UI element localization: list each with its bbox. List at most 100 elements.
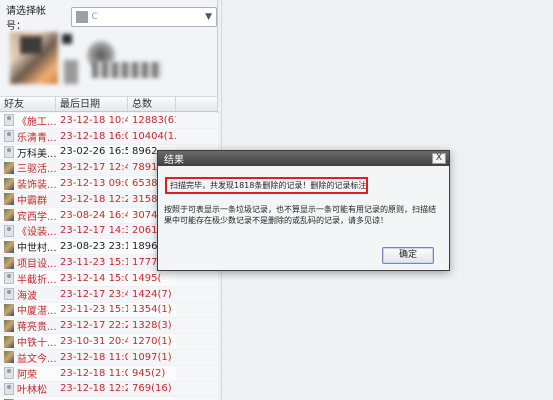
account-select[interactable]: C ▼ [70, 7, 217, 27]
ok-button[interactable]: 确定 [382, 247, 434, 264]
table-row[interactable]: 益文今... 23-12-18 11:04:03 1097(1) [0, 349, 218, 366]
row-extra [176, 365, 218, 381]
user-avatar-icon [4, 146, 14, 158]
account-avatar-icon [75, 11, 88, 23]
row-friend-name: 宾西学... [17, 211, 56, 223]
row-friend-name: 中铁十... [17, 338, 56, 350]
row-friend-name: 阿荣 [17, 369, 37, 381]
row-friend-cell: 中厦湛... [0, 302, 56, 317]
close-button[interactable]: X [432, 153, 446, 164]
row-date: 23-12-18 16:05:21 [60, 130, 128, 142]
row-friend-cell: 装饰装... [0, 176, 56, 191]
row-extra [176, 334, 218, 349]
profile-avatar-blurred [6, 30, 212, 92]
header-extra [176, 97, 218, 111]
group-avatar-icon [4, 319, 14, 332]
row-friend-cell: 乐清青... [0, 129, 56, 144]
row-date: 23-12-18 12:26:03 [60, 193, 128, 205]
row-date: 23-12-13 09:08:49 [60, 178, 128, 190]
row-friend-name: 半截折... [17, 274, 56, 286]
row-date: 23-11-23 15:17:03 [60, 304, 128, 316]
row-friend-name: 万科美... [17, 148, 56, 160]
row-date: 23-12-17 12:43:32 [60, 162, 128, 174]
row-count: 1097(1) [132, 351, 172, 363]
row-friend-name: 中厦湛... [17, 306, 56, 318]
scan-result-message: 扫描完毕，共发现1818条删除的记录！删除的记录标注为红色！ [165, 177, 368, 194]
row-date: 23-12-18 10:40:06 [60, 114, 128, 126]
user-avatar-icon [4, 114, 14, 127]
group-avatar-icon [4, 351, 14, 364]
table-row[interactable]: 《施工... 23-12-18 10:40:06 12883(61) [0, 113, 218, 129]
row-extra [176, 270, 218, 286]
row-count: 1424(7) [132, 288, 172, 300]
dialog-body: 扫描完毕，共发现1818条删除的记录！删除的记录标注为红色！ 按照于可表显示一条… [164, 177, 443, 226]
table-row[interactable]: 海波 23-12-17 23:48:39 1424(7) [0, 286, 218, 303]
row-friend-name: 《施工... [17, 116, 56, 128]
row-date: 23-08-24 16:43:52 [60, 209, 128, 221]
row-date: 23-12-18 12:26:17 [60, 383, 128, 395]
row-count: 12883(61) [132, 114, 176, 126]
row-friend-name: 三驱活... [17, 164, 56, 176]
row-date: 23-12-18 11:02:56 [60, 367, 128, 379]
account-row: 请选择帐号： C ▼ [6, 6, 217, 32]
group-avatar-icon [4, 303, 14, 316]
row-friend-name: 中世村... [17, 243, 56, 255]
table-row[interactable]: 中厦湛... 23-11-23 15:17:03 1354(1) [0, 302, 218, 319]
row-count: 769(16) [132, 383, 172, 395]
row-extra [176, 286, 218, 302]
user-avatar-icon [4, 224, 14, 237]
row-friend-cell: 蒋亮贵... [0, 318, 56, 333]
row-friend-cell: 项目设... [0, 255, 56, 270]
row-friend-cell: 万科美... [0, 145, 56, 160]
dialog-description: 按照于可表显示一条垃圾记录，也不算显示一条可能有用记录的原则，扫描结果中可能存在… [164, 205, 436, 225]
row-extra [176, 128, 218, 144]
table-header: 好友 最后日期 总数 [0, 96, 218, 112]
row-extra [176, 318, 218, 334]
row-friend-name: 中霸群 [17, 195, 47, 207]
header-total[interactable]: 总数 [128, 97, 176, 111]
row-friend-cell: 半截折... [0, 271, 56, 286]
row-friend-name: 装饰装... [17, 180, 56, 192]
table-row[interactable]: 半截折... 23-12-14 15:03:36 1495( [0, 270, 218, 287]
table-row[interactable]: 中铁十... 23-10-31 20:44:41 1270(1) [0, 334, 218, 350]
group-avatar-icon [4, 240, 14, 253]
row-extra [176, 381, 218, 397]
row-count: 1354(1) [132, 304, 172, 316]
chevron-down-icon[interactable]: ▼ [205, 12, 212, 22]
table-row[interactable]: 叶林松 23-12-18 12:26:17 769(16) [0, 381, 218, 398]
row-friend-cell: 《施工... [0, 113, 56, 128]
table-row[interactable]: 蒋亮贵... 23-12-17 22:22:49 1328(3) [0, 318, 218, 335]
row-friend-name: 乐清青... [17, 132, 56, 144]
row-extra [176, 349, 218, 365]
row-friend-name: 《设装... [17, 227, 56, 239]
row-extra [176, 113, 218, 128]
result-dialog: 结果 X 扫描完毕，共发现1818条删除的记录！删除的记录标注为红色！ 按照于可… [157, 150, 450, 271]
row-friend-cell: 中霸群 [0, 192, 56, 207]
row-friend-cell: 《设装... [0, 223, 56, 238]
header-friend[interactable]: 好友 [0, 97, 56, 111]
account-select-value: C [91, 12, 98, 22]
group-avatar-icon [4, 209, 14, 222]
account-label: 请选择帐号： [6, 6, 46, 32]
table-row[interactable]: 阿荣 23-12-18 11:02:56 945(2) [0, 365, 218, 382]
row-date: 23-11-23 15:17:03 [60, 257, 128, 269]
user-avatar-icon [4, 367, 14, 380]
row-friend-cell: 中世村... [0, 239, 56, 254]
row-date: 23-10-31 20:44:41 [60, 336, 128, 348]
row-date: 23-12-17 14:39:57 [60, 225, 128, 237]
group-avatar-icon [4, 335, 14, 348]
row-date: 23-02-26 16:51:53 [60, 146, 128, 158]
row-count: 1328(3) [132, 320, 172, 332]
row-date: 23-12-17 22:22:49 [60, 320, 128, 332]
table-row[interactable]: 乐清青... 23-12-18 16:05:21 10404(1... [0, 128, 218, 145]
dialog-titlebar: 结果 X [158, 151, 449, 166]
row-friend-name: 蒋亮贵... [17, 322, 56, 334]
row-date: 23-08-23 23:11:08 [60, 241, 128, 253]
row-friend-name: 叶林松 [17, 385, 47, 397]
group-avatar-icon [4, 256, 14, 269]
row-friend-cell: 叶林松 [0, 381, 56, 396]
header-last-date[interactable]: 最后日期 [56, 97, 128, 111]
row-count: 1270(1) [132, 336, 172, 348]
row-friend-cell: 中铁十... [0, 334, 56, 349]
row-date: 23-12-14 15:03:36 [60, 272, 128, 284]
